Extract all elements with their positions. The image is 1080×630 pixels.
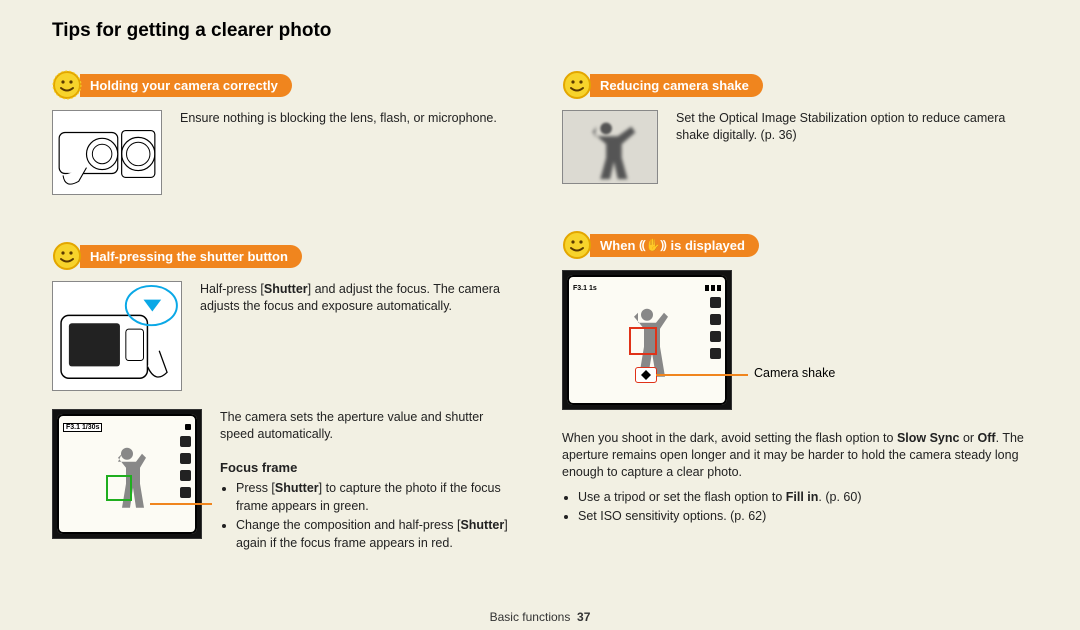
focus-li-2: Change the composition and half-press [S…	[236, 517, 518, 552]
bullet-fill-in: Use a tripod or set the flash option to …	[578, 489, 1028, 507]
illus-blurry	[562, 110, 658, 184]
heading-pill: Reducing camera shake	[590, 74, 763, 97]
smiley-icon	[52, 70, 82, 100]
lcd-focus-frame: F3.1 1/30s	[52, 409, 202, 539]
callout-line	[150, 503, 212, 505]
lcd-shake: F3.1 1s	[562, 270, 732, 410]
row-holding: Ensure nothing is blocking the lens, fla…	[52, 110, 518, 195]
heading-pill: When ⸨✋⸩ is displayed	[590, 234, 759, 257]
footer: Basic functions 37	[0, 610, 1080, 624]
hand-shake-icon: ⸨✋⸩	[639, 239, 666, 251]
focus-frame-green	[106, 475, 132, 501]
text-reduce-shake: Set the Optical Image Stabilization opti…	[676, 110, 1028, 144]
para-dark-shooting: When you shoot in the dark, avoid settin…	[562, 430, 1028, 481]
heading-pill: Holding your camera correctly	[80, 74, 292, 97]
illus-holding	[52, 110, 162, 195]
shake-indicator-icon	[635, 367, 657, 383]
focus-frame-heading: Focus frame	[220, 459, 518, 477]
focus-frame-red	[629, 327, 657, 355]
smiley-icon	[562, 230, 592, 260]
bullet-iso: Set ISO sensitivity options. (p. 62)	[578, 508, 1028, 526]
illus-halfpress	[52, 281, 182, 391]
row-reduce-shake: Set the Optical Image Stabilization opti…	[562, 110, 1028, 184]
content-columns: Holding your camera correctly Ensure not…	[52, 70, 1028, 572]
smiley-icon	[562, 70, 592, 100]
smiley-icon	[52, 241, 82, 271]
right-column: Reducing camera shake Set the Optical Im…	[562, 70, 1028, 572]
text-holding: Ensure nothing is blocking the lens, fla…	[180, 110, 497, 127]
heading-holding: Holding your camera correctly	[52, 70, 518, 100]
text-halfpress: Half-press [Shutter] and adjust the focu…	[200, 281, 518, 315]
callout-line	[656, 374, 748, 376]
aperture-text: The camera sets the aperture value and s…	[220, 409, 518, 443]
left-column: Holding your camera correctly Ensure not…	[52, 70, 518, 572]
heading-when-shake: When ⸨✋⸩ is displayed	[562, 230, 1028, 260]
heading-halfpress: Half-pressing the shutter button	[52, 241, 518, 271]
row-lcd-focus: F3.1 1/30s The camera sets the aperture …	[52, 409, 518, 554]
page-title: Tips for getting a clearer photo	[52, 20, 1028, 42]
focus-li-1: Press [Shutter] to capture the photo if …	[236, 480, 518, 515]
heading-pill: Half-pressing the shutter button	[80, 245, 302, 268]
heading-reduce-shake: Reducing camera shake	[562, 70, 1028, 100]
row-halfpress: Half-press [Shutter] and adjust the focu…	[52, 281, 518, 391]
callout-camera-shake: Camera shake	[754, 366, 835, 380]
